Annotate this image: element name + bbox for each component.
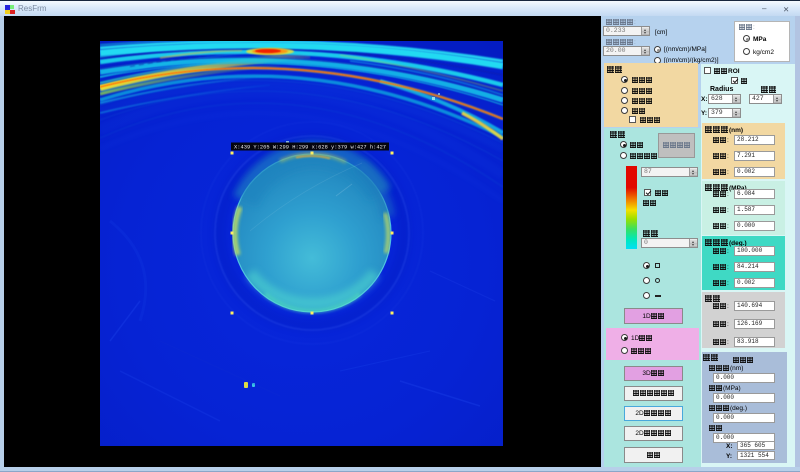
svg-text:X:439 Y:265 W:299 H:299 x:628: X:439 Y:265 W:299 H:299 x:628 y:379 w:42… — [234, 145, 386, 151]
